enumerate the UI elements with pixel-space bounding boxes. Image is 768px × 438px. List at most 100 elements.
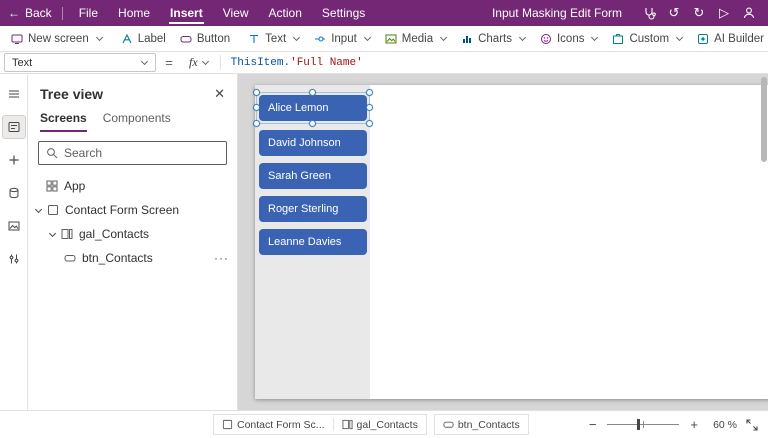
expand-chevron-icon[interactable]: [35, 205, 42, 212]
screen-icon: [47, 204, 59, 216]
resize-handle-bottom-right[interactable]: [366, 120, 373, 127]
chevron-down-icon: [519, 34, 526, 41]
gallery-button[interactable]: Roger Sterling: [259, 196, 367, 222]
breadcrumb-label: btn_Contacts: [458, 419, 520, 431]
input-menu[interactable]: Input: [307, 26, 378, 51]
titlebar-actions: ↺ ↻ ▷: [638, 2, 760, 24]
formula-input[interactable]: ThisItem. 'Full Name': [225, 52, 363, 73]
breadcrumb-label: Contact Form Sc...: [237, 419, 325, 431]
screens-tree: App Contact Form Screen gal_Contacts btn…: [28, 174, 237, 270]
gallery-button[interactable]: Leanne Davies: [259, 229, 367, 255]
chevron-down-icon: [364, 34, 371, 41]
tree-item-label: gal_Contacts: [79, 227, 149, 241]
expand-chevron-icon[interactable]: [49, 229, 56, 236]
app-checker-icon[interactable]: [638, 2, 660, 24]
chevron-down-icon: [591, 34, 598, 41]
breadcrumb-label: gal_Contacts: [357, 419, 418, 431]
chevron-down-icon: [676, 34, 683, 41]
tree-search-box[interactable]: [38, 141, 227, 165]
tree-item-screen[interactable]: Contact Form Screen: [28, 198, 237, 222]
close-icon[interactable]: ✕: [214, 86, 225, 102]
fit-to-window-icon[interactable]: [746, 419, 758, 431]
tree-item-gallery[interactable]: gal_Contacts: [28, 222, 237, 246]
back-arrow-icon: ←: [8, 6, 20, 20]
zoom-slider-thumb[interactable]: [637, 419, 640, 430]
icons-menu[interactable]: Icons: [533, 26, 606, 51]
menu-view[interactable]: View: [213, 0, 259, 26]
canvas-vertical-scrollbar[interactable]: [761, 77, 767, 407]
formula-divider: [220, 55, 221, 70]
tree-view-tabs: Screens Components: [28, 108, 237, 132]
chevron-down-icon: [293, 34, 300, 41]
tree-item-app[interactable]: App: [28, 174, 237, 198]
zoom-out-button[interactable]: −: [587, 417, 599, 432]
resize-handle-right[interactable]: [366, 104, 373, 111]
media-menu[interactable]: Media: [378, 26, 454, 51]
ai-builder-menu[interactable]: AI Builder: [690, 26, 768, 51]
advanced-tools-icon[interactable]: [3, 248, 25, 270]
media-icon: [385, 33, 397, 45]
screen-artboard[interactable]: Alice Lemon David Johnson Sarah Green Ro…: [255, 85, 768, 399]
menu-settings[interactable]: Settings: [312, 0, 375, 26]
resize-handle-top-left[interactable]: [253, 89, 260, 96]
app-icon: [46, 180, 58, 192]
custom-menu[interactable]: Custom: [605, 26, 690, 51]
zoom-percentage[interactable]: 60 %: [709, 419, 737, 431]
tree-view-icon[interactable]: [3, 116, 25, 138]
breadcrumb-screen[interactable]: Contact Form Sc...: [214, 415, 333, 434]
zoom-slider-tick: [643, 421, 644, 428]
button-button[interactable]: Button: [173, 26, 237, 51]
data-sources-icon[interactable]: [3, 182, 25, 204]
custom-icon: [612, 33, 624, 45]
zoom-in-button[interactable]: +: [688, 417, 700, 432]
resize-handle-top[interactable]: [309, 89, 316, 96]
breadcrumb-gallery[interactable]: gal_Contacts: [334, 415, 426, 434]
tab-components[interactable]: Components: [103, 108, 171, 132]
resize-handle-bottom-left[interactable]: [253, 120, 260, 127]
button-label: Button: [197, 33, 230, 45]
label-label: Label: [138, 33, 166, 45]
equals-sign: =: [156, 52, 182, 73]
ai-builder-label: AI Builder: [714, 33, 764, 45]
scrollbar-thumb[interactable]: [761, 77, 767, 162]
resize-handle-top-right[interactable]: [366, 89, 373, 96]
resize-handle-bottom[interactable]: [309, 120, 316, 127]
formula-bar: Text = fx ThisItem. 'Full Name': [0, 52, 768, 74]
undo-icon[interactable]: ↺: [663, 2, 685, 24]
tree-item-button[interactable]: btn_Contacts ···: [28, 246, 237, 270]
menu-file[interactable]: File: [69, 0, 108, 26]
new-screen-button[interactable]: New screen: [4, 26, 110, 51]
back-button[interactable]: ← Back: [8, 6, 52, 20]
contacts-gallery[interactable]: Alice Lemon David Johnson Sarah Green Ro…: [255, 85, 370, 399]
tree-item-label: btn_Contacts: [82, 251, 153, 265]
menu-bar: File Home Insert View Action Settings: [69, 0, 376, 26]
new-screen-icon: [11, 33, 23, 45]
preview-play-icon[interactable]: ▷: [713, 2, 735, 24]
tree-search-input[interactable]: [64, 146, 219, 160]
gallery-button-selected[interactable]: Alice Lemon: [259, 95, 367, 121]
tab-screens[interactable]: Screens: [40, 108, 87, 132]
text-menu[interactable]: Text: [241, 26, 307, 51]
label-button[interactable]: Label: [114, 26, 173, 51]
breadcrumb-button-tab[interactable]: btn_Contacts: [434, 414, 529, 435]
tree-item-label: Contact Form Screen: [65, 203, 179, 217]
gallery-button[interactable]: Sarah Green: [259, 163, 367, 189]
media-panel-icon[interactable]: [3, 215, 25, 237]
charts-menu[interactable]: Charts: [454, 26, 533, 51]
more-options-icon[interactable]: ···: [214, 251, 229, 265]
menu-insert[interactable]: Insert: [160, 0, 213, 26]
tree-view-title: Tree view: [40, 86, 103, 102]
fx-menu[interactable]: fx: [182, 52, 216, 73]
resize-handle-left[interactable]: [253, 104, 260, 111]
zoom-slider[interactable]: [607, 424, 679, 425]
property-selector[interactable]: Text: [4, 53, 156, 72]
account-person-icon[interactable]: [738, 2, 760, 24]
insert-plus-icon[interactable]: [3, 149, 25, 171]
menu-action[interactable]: Action: [259, 0, 312, 26]
redo-icon[interactable]: ↻: [688, 2, 710, 24]
tree-view-panel: Tree view ✕ Screens Components App C: [28, 74, 238, 410]
hamburger-menu-icon[interactable]: [3, 83, 25, 105]
menu-home[interactable]: Home: [108, 0, 160, 26]
icons-icon: [540, 33, 552, 45]
gallery-button[interactable]: David Johnson: [259, 130, 367, 156]
